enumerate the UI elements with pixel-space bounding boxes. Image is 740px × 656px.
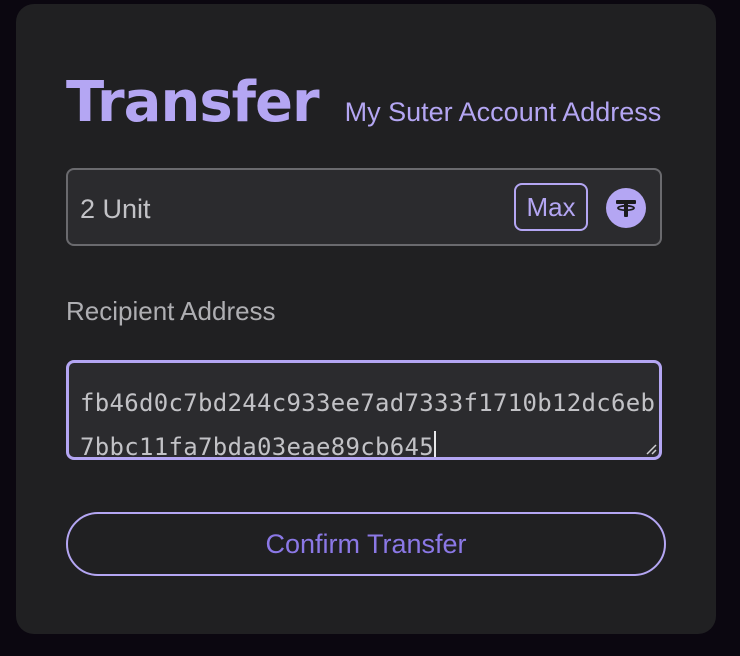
recipient-address-text[interactable]: fb46d0c7bd244c933ee7ad7333f1710b12dc6eb7… bbox=[80, 381, 658, 460]
amount-input[interactable]: 2 Unit Max bbox=[66, 168, 662, 246]
resize-handle-icon[interactable] bbox=[643, 441, 657, 455]
amount-value[interactable]: 2 Unit bbox=[80, 194, 151, 225]
text-caret bbox=[433, 431, 436, 457]
confirm-transfer-button[interactable]: Confirm Transfer bbox=[66, 512, 666, 576]
tether-icon[interactable] bbox=[606, 188, 646, 228]
recipient-label: Recipient Address bbox=[66, 296, 276, 326]
max-button[interactable]: Max bbox=[514, 183, 588, 231]
transfer-card: Transfer My Suter Account Address 2 Unit… bbox=[16, 4, 716, 634]
page-title: Transfer bbox=[66, 70, 320, 135]
recipient-address-value: fb46d0c7bd244c933ee7ad7333f1710b12dc6eb7… bbox=[80, 389, 656, 460]
recipient-address-field[interactable]: fb46d0c7bd244c933ee7ad7333f1710b12dc6eb7… bbox=[66, 360, 662, 460]
account-address-link[interactable]: My Suter Account Address bbox=[345, 97, 662, 128]
header: Transfer My Suter Account Address bbox=[66, 70, 661, 135]
